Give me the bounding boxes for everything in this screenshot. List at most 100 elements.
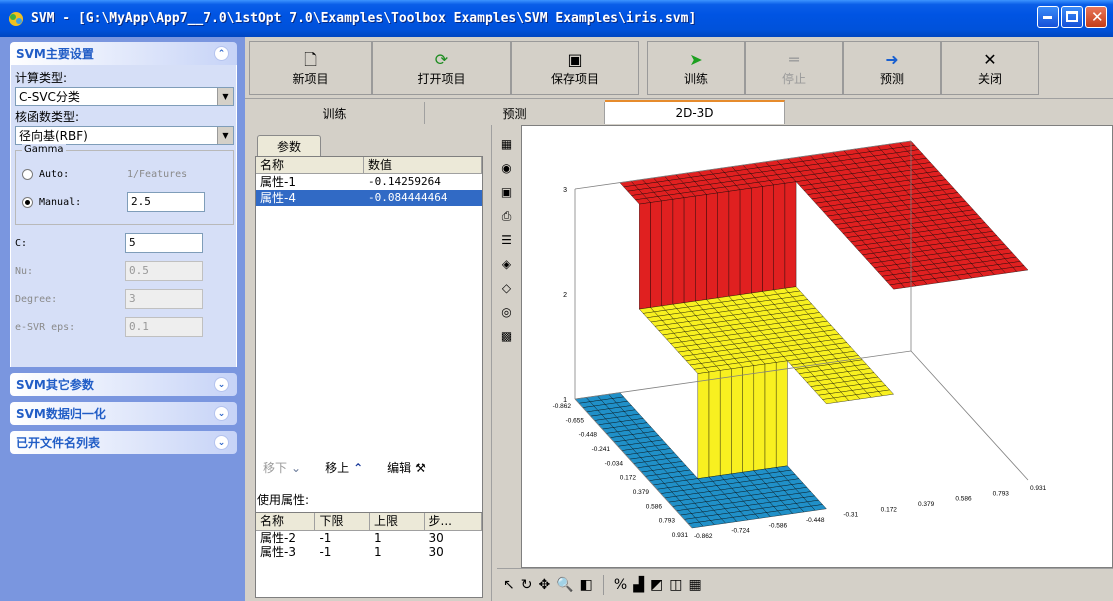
- x-tick-label: 0.379: [633, 489, 650, 496]
- col-lower-header[interactable]: 下限: [315, 513, 370, 531]
- surface-chart[interactable]: 321-0.862-0.655-0.448-0.241-0.0340.1720.…: [522, 126, 1112, 567]
- table-row[interactable]: 属性-3 -1 1 30: [256, 545, 482, 559]
- move-icon[interactable]: ✥: [538, 577, 550, 593]
- chevron-down-icon[interactable]: ▼: [217, 88, 233, 105]
- expand-down-icon[interactable]: ⌄: [214, 377, 229, 392]
- maximize-button[interactable]: [1061, 6, 1083, 28]
- pointer-icon[interactable]: ↖: [503, 577, 515, 593]
- move-down-label: 移下: [263, 461, 288, 475]
- surface-icon[interactable]: ◈: [498, 255, 516, 273]
- gamma-manual-input[interactable]: 2.5: [127, 192, 205, 212]
- calc-type-select[interactable]: C-SVC分类 ▼: [15, 87, 234, 106]
- gamma-auto-option[interactable]: Auto: 1/Features: [22, 160, 229, 188]
- tab-train[interactable]: 训练: [245, 102, 425, 124]
- gamma-auto-radio[interactable]: [22, 168, 33, 180]
- list-item-selected[interactable]: 属性-4 -0.084444464: [256, 190, 482, 206]
- eps-param-row: e-SVR eps: 0.1: [15, 313, 234, 341]
- gamma-manual-radio[interactable]: [22, 196, 33, 208]
- col-upper-header[interactable]: 上限: [369, 513, 425, 531]
- chevron-down-icon[interactable]: ▼: [217, 127, 233, 144]
- new-project-button[interactable]: 🗋 新项目: [249, 41, 372, 95]
- save-chart-icon[interactable]: ▣: [498, 183, 516, 201]
- move-up-button[interactable]: 移上 ⌃: [325, 459, 363, 476]
- close-button[interactable]: ✕ 关闭: [941, 41, 1039, 95]
- percent-icon[interactable]: %: [614, 577, 627, 593]
- y-tick-label: 0.586: [955, 496, 972, 503]
- new-project-label: 新项目: [292, 71, 329, 86]
- col-value-header[interactable]: 数值: [364, 157, 482, 173]
- save-icon: ▣: [567, 49, 583, 69]
- print-icon[interactable]: ⎙: [498, 207, 516, 225]
- use-attributes-list[interactable]: 名称 下限 上限 步... 属性-2 -1 1 30 属性-3 -1 1 30: [255, 512, 483, 598]
- cube-icon[interactable]: ◫: [669, 577, 682, 593]
- chevron-down-icon: ⌄: [291, 460, 302, 475]
- save-project-label: 保存项目: [550, 71, 599, 86]
- stop-button[interactable]: ═ 停止: [745, 41, 843, 95]
- chart-3d-area[interactable]: 3 2 1 -0.862 -0.655 -0.448 -0.241 -0.034 0.172 0.…: [521, 125, 1113, 568]
- tab-2d-3d-label: 2D-3D: [675, 106, 714, 120]
- tab-predict[interactable]: 预测: [425, 102, 605, 124]
- open-files-header[interactable]: 已开文件名列表 ⌄: [10, 431, 237, 454]
- use-list-header: 名称 下限 上限 步...: [256, 513, 482, 531]
- cell: 1: [373, 531, 382, 545]
- c-input[interactable]: 5: [125, 233, 203, 253]
- 3d-chart-icon[interactable]: ◩: [650, 577, 663, 593]
- surface-wall: [661, 199, 674, 307]
- svm-other-params-title: SVM其它参数: [16, 378, 94, 392]
- export-picture-icon[interactable]: ◉: [498, 159, 516, 177]
- list-item[interactable]: 属性-1 -0.14259264: [256, 174, 482, 190]
- grid-table-icon[interactable]: ▦: [498, 135, 516, 153]
- tab-2d-3d[interactable]: 2D-3D: [605, 100, 785, 124]
- contour-icon[interactable]: ◎: [498, 303, 516, 321]
- rotate-icon[interactable]: ↻: [521, 577, 533, 593]
- wireframe-icon[interactable]: ◇: [498, 279, 516, 297]
- nu-label: Nu:: [15, 265, 34, 277]
- edit-button[interactable]: 编辑 ⚒: [387, 459, 426, 476]
- nu-input[interactable]: 0.5: [125, 261, 203, 281]
- open-project-button[interactable]: ⟳ 打开项目: [372, 41, 511, 95]
- move-down-button[interactable]: 移下 ⌄: [263, 459, 301, 476]
- edit-label: 编辑: [387, 461, 412, 475]
- legend-icon[interactable]: ☰: [498, 231, 516, 249]
- gamma-manual-option[interactable]: Manual: 2.5: [22, 188, 229, 216]
- save-project-button[interactable]: ▣ 保存项目: [511, 41, 639, 95]
- chart-side-toolbar: ▦ ◉ ▣ ⎙ ☰ ◈ ◇ ◎ ▩: [491, 125, 521, 601]
- surface-wall: [742, 365, 754, 473]
- minimize-button[interactable]: [1037, 6, 1059, 28]
- surface-layer: [574, 140, 1029, 529]
- surface-wall: [773, 183, 786, 291]
- color-map-icon[interactable]: ▩: [498, 327, 516, 345]
- x-tick-label: 0.793: [659, 518, 676, 525]
- gamma-legend: Gamma: [22, 144, 66, 155]
- col-name-header[interactable]: 名称: [256, 157, 364, 173]
- train-button[interactable]: ➤ 训练: [647, 41, 745, 95]
- kernel-type-label: 核函数类型:: [15, 110, 80, 124]
- degree-input[interactable]: 3: [125, 289, 203, 309]
- param-value: -0.084444464: [368, 191, 448, 204]
- surface-wall: [683, 195, 696, 303]
- x-tick-label: 0.931: [672, 532, 689, 539]
- predict-button[interactable]: ➜ 预测: [843, 41, 941, 95]
- svm-normalization-header[interactable]: SVM数据归一化 ⌄: [10, 402, 237, 425]
- kernel-type-select[interactable]: 径向基(RBF) ▼: [15, 126, 234, 145]
- predict-label: 预测: [879, 71, 904, 86]
- svm-main-settings-header[interactable]: SVM主要设置 ⌃: [10, 42, 237, 65]
- palette-icon[interactable]: ▦: [688, 577, 701, 593]
- col-name-header[interactable]: 名称: [256, 513, 316, 531]
- c-param-row: C: 5: [15, 229, 234, 257]
- zoom-icon[interactable]: 🔍: [556, 577, 573, 593]
- collapse-up-icon[interactable]: ⌃: [214, 46, 229, 61]
- tab-params[interactable]: 参数: [257, 135, 321, 157]
- expand-down-icon[interactable]: ⌄: [214, 406, 229, 421]
- depth-icon[interactable]: ◧: [580, 577, 593, 593]
- col-step-header[interactable]: 步...: [424, 513, 482, 531]
- open-project-label: 打开项目: [417, 71, 466, 86]
- bar-chart-icon[interactable]: ▟: [633, 577, 644, 593]
- svm-other-params-header[interactable]: SVM其它参数 ⌄: [10, 373, 237, 396]
- expand-down-icon[interactable]: ⌄: [214, 435, 229, 450]
- close-window-button[interactable]: ✕: [1085, 6, 1107, 28]
- axis-frame-line: [910, 350, 1029, 481]
- eps-input[interactable]: 0.1: [125, 317, 203, 337]
- param-name: 属性-1: [260, 175, 296, 189]
- table-row[interactable]: 属性-2 -1 1 30: [256, 531, 482, 545]
